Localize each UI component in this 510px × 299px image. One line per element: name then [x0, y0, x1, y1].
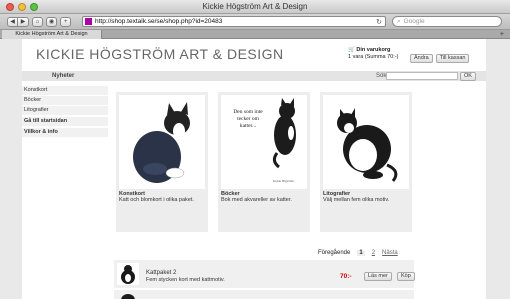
browser-search-placeholder: Google — [403, 18, 425, 25]
book-author: Kickie Högström — [273, 179, 294, 183]
address-bar[interactable]: http://shop.textalk.se/se/shop.php?id=20… — [82, 16, 386, 27]
list-item — [114, 290, 414, 299]
checkout-button[interactable]: Till kassan — [435, 54, 470, 63]
buy-button[interactable]: Köp — [397, 272, 415, 281]
cat-thumbnail-icon — [121, 265, 135, 284]
package-thumbnail[interactable] — [117, 263, 139, 285]
back-button[interactable]: ◀ — [7, 16, 18, 27]
product-card[interactable]: Litografier Välj mellan fem olika motiv. — [320, 92, 412, 232]
home-button[interactable]: ⌂ — [32, 16, 43, 27]
read-more-button[interactable]: Läs mer — [364, 272, 392, 281]
pagination-next[interactable]: Nästa — [382, 250, 398, 256]
site-favicon-icon — [85, 18, 92, 25]
cat-lithograph-icon — [337, 108, 398, 182]
sidebar-item-villkor[interactable]: Villkor & info — [22, 128, 108, 137]
product-image-konstkort[interactable] — [119, 95, 205, 189]
cat-thumbnail-icon — [121, 294, 135, 299]
product-name[interactable]: Konstkort — [116, 189, 208, 197]
shop-site: KICKIE HÖGSTRÖM ART & DESIGN 🛒 Din varuk… — [22, 39, 486, 299]
product-name[interactable]: Böcker — [218, 189, 310, 197]
nav-bar: Nyheter Sök: OK — [22, 71, 486, 81]
product-image-litografier[interactable] — [323, 95, 409, 189]
page-background: KICKIE HÖGSTRÖM ART & DESIGN 🛒 Din varuk… — [0, 39, 510, 299]
product-description: Välj mellan fem olika motiv. — [323, 197, 390, 203]
product-card[interactable]: Konstkort Katt och blomkort i olika pake… — [116, 92, 208, 232]
zoom-window-button[interactable] — [30, 3, 38, 11]
list-item: Kattpaket 2 Fem stycken kort med kattmot… — [114, 260, 415, 288]
cart-buttons: Ändra Till kassan — [410, 54, 470, 63]
window-title: Kickie Högström Art & Design — [202, 2, 308, 11]
product-name[interactable]: Litografier — [320, 189, 412, 197]
close-window-button[interactable] — [6, 3, 14, 11]
browser-search-field[interactable]: ⌕ Google — [392, 16, 502, 27]
window-controls — [6, 3, 38, 11]
top-sites-button[interactable]: ◉ — [46, 16, 58, 27]
magnifier-icon: ⌕ — [397, 17, 401, 25]
cart-box: 🛒 Din varukorg 1 vara (Summa 70:-) — [348, 47, 398, 60]
cart-summary: 1 vara (Summa 70:-) — [348, 54, 399, 60]
add-bookmark-button[interactable]: + — [60, 16, 72, 27]
pagination-page-2[interactable]: 2 — [372, 250, 375, 256]
package-price: 70:- — [340, 273, 352, 280]
package-description: Fem stycken kort med kattmotiv. — [146, 277, 225, 283]
product-card[interactable]: Den som inte tecker om katter... Kickie … — [218, 92, 310, 232]
cat-painting-icon — [133, 102, 190, 183]
site-search-ok-button[interactable]: OK — [460, 72, 476, 81]
cat-illustration-icon — [272, 98, 296, 169]
window-titlebar: Kickie Högström Art & Design — [0, 0, 510, 14]
new-tab-icon[interactable]: + — [500, 30, 504, 39]
category-sidebar: Konstkort Böcker Litografier Gå till sta… — [22, 86, 108, 138]
product-description: Bok med akvareller av katter. — [221, 197, 292, 203]
sidebar-item-startsidan[interactable]: Gå till startsidan — [22, 117, 108, 126]
cart-title[interactable]: 🛒 Din varukorg — [348, 47, 398, 53]
back-forward-group: ◀ ▶ — [7, 16, 29, 27]
sidebar-item-litografier[interactable]: Litografier — [22, 106, 108, 115]
pagination-prev[interactable]: Föregående — [318, 250, 350, 256]
tab-strip: Kickie Högström Art & Design + — [0, 30, 510, 39]
sidebar-item-bocker[interactable]: Böcker — [22, 96, 108, 105]
pagination-page-1: 1 — [357, 250, 365, 256]
product-description: Katt och blomkort i olika paket. — [119, 197, 194, 203]
site-title[interactable]: KICKIE HÖGSTRÖM ART & DESIGN — [36, 46, 284, 62]
browser-tab[interactable]: Kickie Högström Art & Design — [2, 30, 102, 39]
package-name[interactable]: Kattpaket 2 — [146, 270, 176, 276]
address-bar-url: http://shop.textalk.se/se/shop.php?id=20… — [95, 18, 223, 25]
reload-icon[interactable]: ↻ — [376, 18, 382, 26]
cart-icon: 🛒 — [348, 47, 355, 53]
nav-item-nyheter[interactable]: Nyheter — [52, 71, 74, 81]
product-image-bocker[interactable]: Den som inte tecker om katter... Kickie … — [221, 95, 307, 189]
site-search-input[interactable] — [386, 72, 458, 80]
forward-button[interactable]: ▶ — [18, 16, 29, 27]
change-cart-button[interactable]: Ändra — [410, 54, 433, 63]
pagination: Föregående 1 2 Nästa — [318, 250, 398, 256]
browser-toolbar: ◀ ▶ ⌂ ◉ + http://shop.textalk.se/se/shop… — [0, 14, 510, 30]
product-grid: Konstkort Katt och blomkort i olika pake… — [116, 92, 412, 232]
sidebar-item-konstkort[interactable]: Konstkort — [22, 86, 108, 95]
minimize-window-button[interactable] — [18, 3, 26, 11]
